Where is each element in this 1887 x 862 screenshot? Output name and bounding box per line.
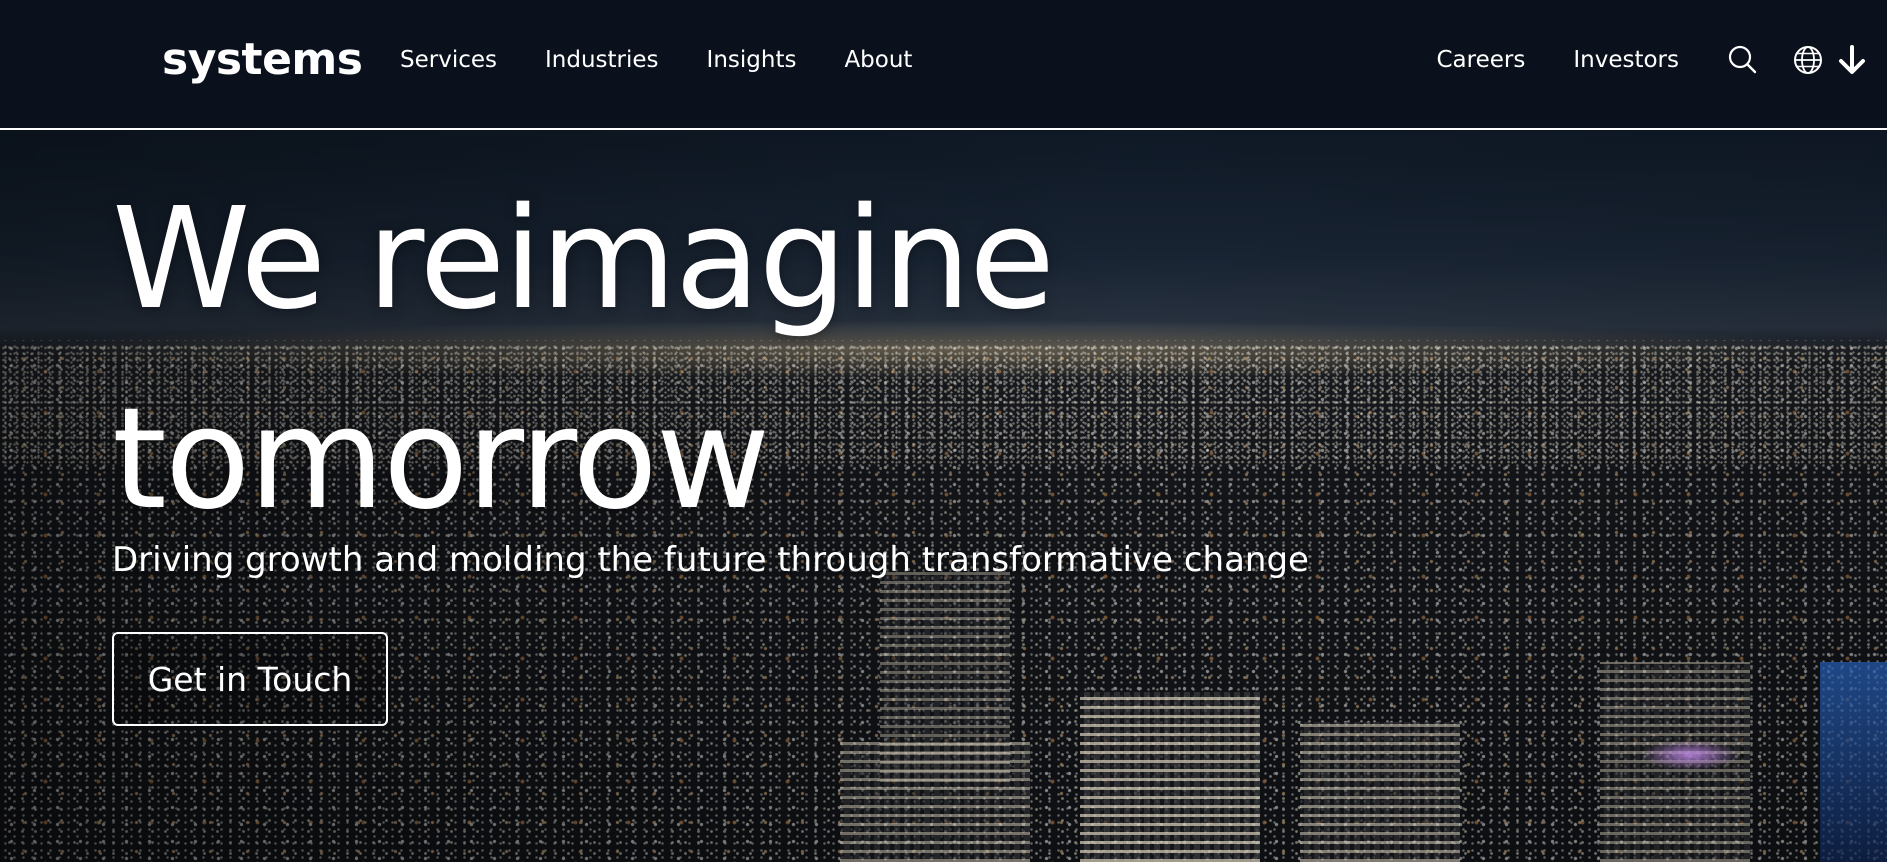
logo[interactable]: systems: [162, 38, 363, 82]
site-header: systems Services Industries Insights Abo…: [0, 0, 1887, 130]
nav-link-careers[interactable]: Careers: [1437, 46, 1526, 74]
nav-link-services[interactable]: Services: [400, 46, 497, 74]
primary-nav: Services Industries Insights About: [400, 46, 912, 74]
globe-icon: [1794, 46, 1822, 74]
hero-title-line: We reimagine: [112, 178, 1055, 341]
nav-link-investors[interactable]: Investors: [1573, 46, 1679, 74]
page: systems Services Industries Insights Abo…: [0, 0, 1887, 862]
hero-subtitle: Driving growth and molding the future th…: [112, 540, 1309, 580]
scroll-down-button[interactable]: [1836, 44, 1868, 76]
search-icon: [1728, 45, 1757, 74]
search-button[interactable]: [1726, 44, 1758, 76]
hero-title-line: tomorrow: [112, 378, 770, 541]
secondary-nav: Careers Investors: [1437, 46, 1680, 74]
arrow-down-icon: [1839, 45, 1865, 74]
hero-title: We reimagine tomorrow: [112, 160, 1112, 560]
nav-link-insights[interactable]: Insights: [707, 46, 797, 74]
get-in-touch-button[interactable]: Get in Touch: [112, 632, 388, 726]
nav-link-industries[interactable]: Industries: [545, 46, 659, 74]
nav-link-about[interactable]: About: [844, 46, 912, 74]
language-button[interactable]: [1792, 44, 1824, 76]
